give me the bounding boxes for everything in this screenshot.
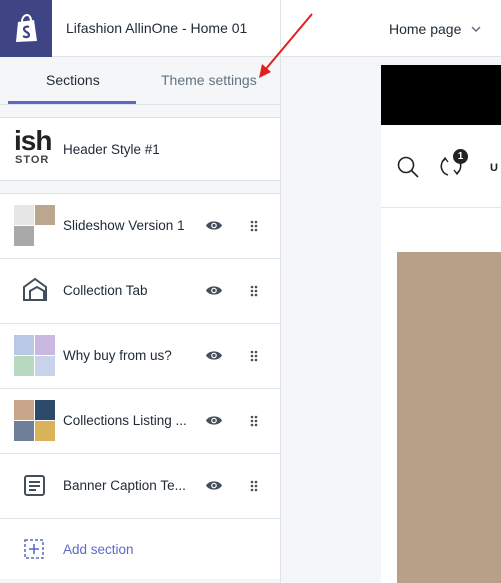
header-thumbnail-subtext: STOR [15,154,50,166]
sidebar-tabs: Sections Theme settings [0,57,280,105]
eye-icon[interactable] [205,284,223,302]
section-item-label: Banner Caption Te... [63,478,186,493]
shopify-bag-icon [16,14,37,42]
sidebar: ish STOR Header Style #1 Slideshow Versi… [0,105,280,583]
tab-sections[interactable]: Sections [46,72,100,88]
section-item-label: Collection Tab [63,283,148,298]
drag-handle-icon[interactable] [250,479,258,497]
drag-handle-icon[interactable] [250,219,258,237]
preview-frame: 1 U [381,65,501,583]
page-selector-value: Home page [389,21,462,37]
shopify-logo[interactable] [0,0,52,57]
add-section-button[interactable]: Add section [0,519,280,579]
header-thumbnail-logo-text: ish [14,126,52,156]
section-item-banner-caption[interactable]: Banner Caption Te... [0,454,280,519]
eye-icon[interactable] [205,349,223,367]
drag-handle-icon[interactable] [250,349,258,367]
header-thumbnail: ish STOR [14,126,58,170]
active-tab-indicator [8,101,136,104]
page-selector[interactable]: Home page [389,19,481,37]
collection-icon [14,270,56,312]
section-item-slideshow[interactable]: Slideshow Version 1 [0,194,280,259]
section-item-collection-tab[interactable]: Collection Tab [0,259,280,324]
chevron-down-icon [471,19,481,35]
eye-icon[interactable] [205,479,223,497]
preview-slideshow-image [397,252,501,583]
search-icon[interactable] [396,155,420,184]
header-section-label: Header Style #1 [63,142,160,157]
eye-icon[interactable] [205,414,223,432]
eye-icon[interactable] [205,219,223,237]
collections-listing-thumbnail [14,400,56,442]
drag-handle-icon[interactable] [250,284,258,302]
theme-title: Lifashion AllinOne - Home 01 [66,20,248,36]
text-block-icon [14,465,56,507]
preview-announcement-bar [381,65,501,125]
preview-header-cut-text: U [490,162,498,174]
drag-handle-icon[interactable] [250,414,258,432]
theme-preview-pane: 1 U [281,57,501,583]
preview-store-header: 1 U [381,125,501,208]
section-list: Slideshow Version 1 Collection Tab Why b… [0,193,280,579]
section-item-label: Collections Listing ... [63,413,187,428]
section-item-label: Slideshow Version 1 [63,218,185,233]
top-bar: Lifashion AllinOne - Home 01 Home page [0,0,501,57]
tab-theme-settings[interactable]: Theme settings [161,72,257,88]
section-item-collections-listing[interactable]: Collections Listing ... [0,389,280,454]
slideshow-thumbnail [14,205,56,247]
compare-count-badge: 1 [453,149,468,164]
add-section-icon [24,539,44,564]
why-buy-thumbnail [14,335,56,377]
header-section-row[interactable]: ish STOR Header Style #1 [0,117,280,181]
section-item-label: Why buy from us? [63,348,172,363]
section-item-why-buy[interactable]: Why buy from us? [0,324,280,389]
add-section-label: Add section [63,542,134,557]
